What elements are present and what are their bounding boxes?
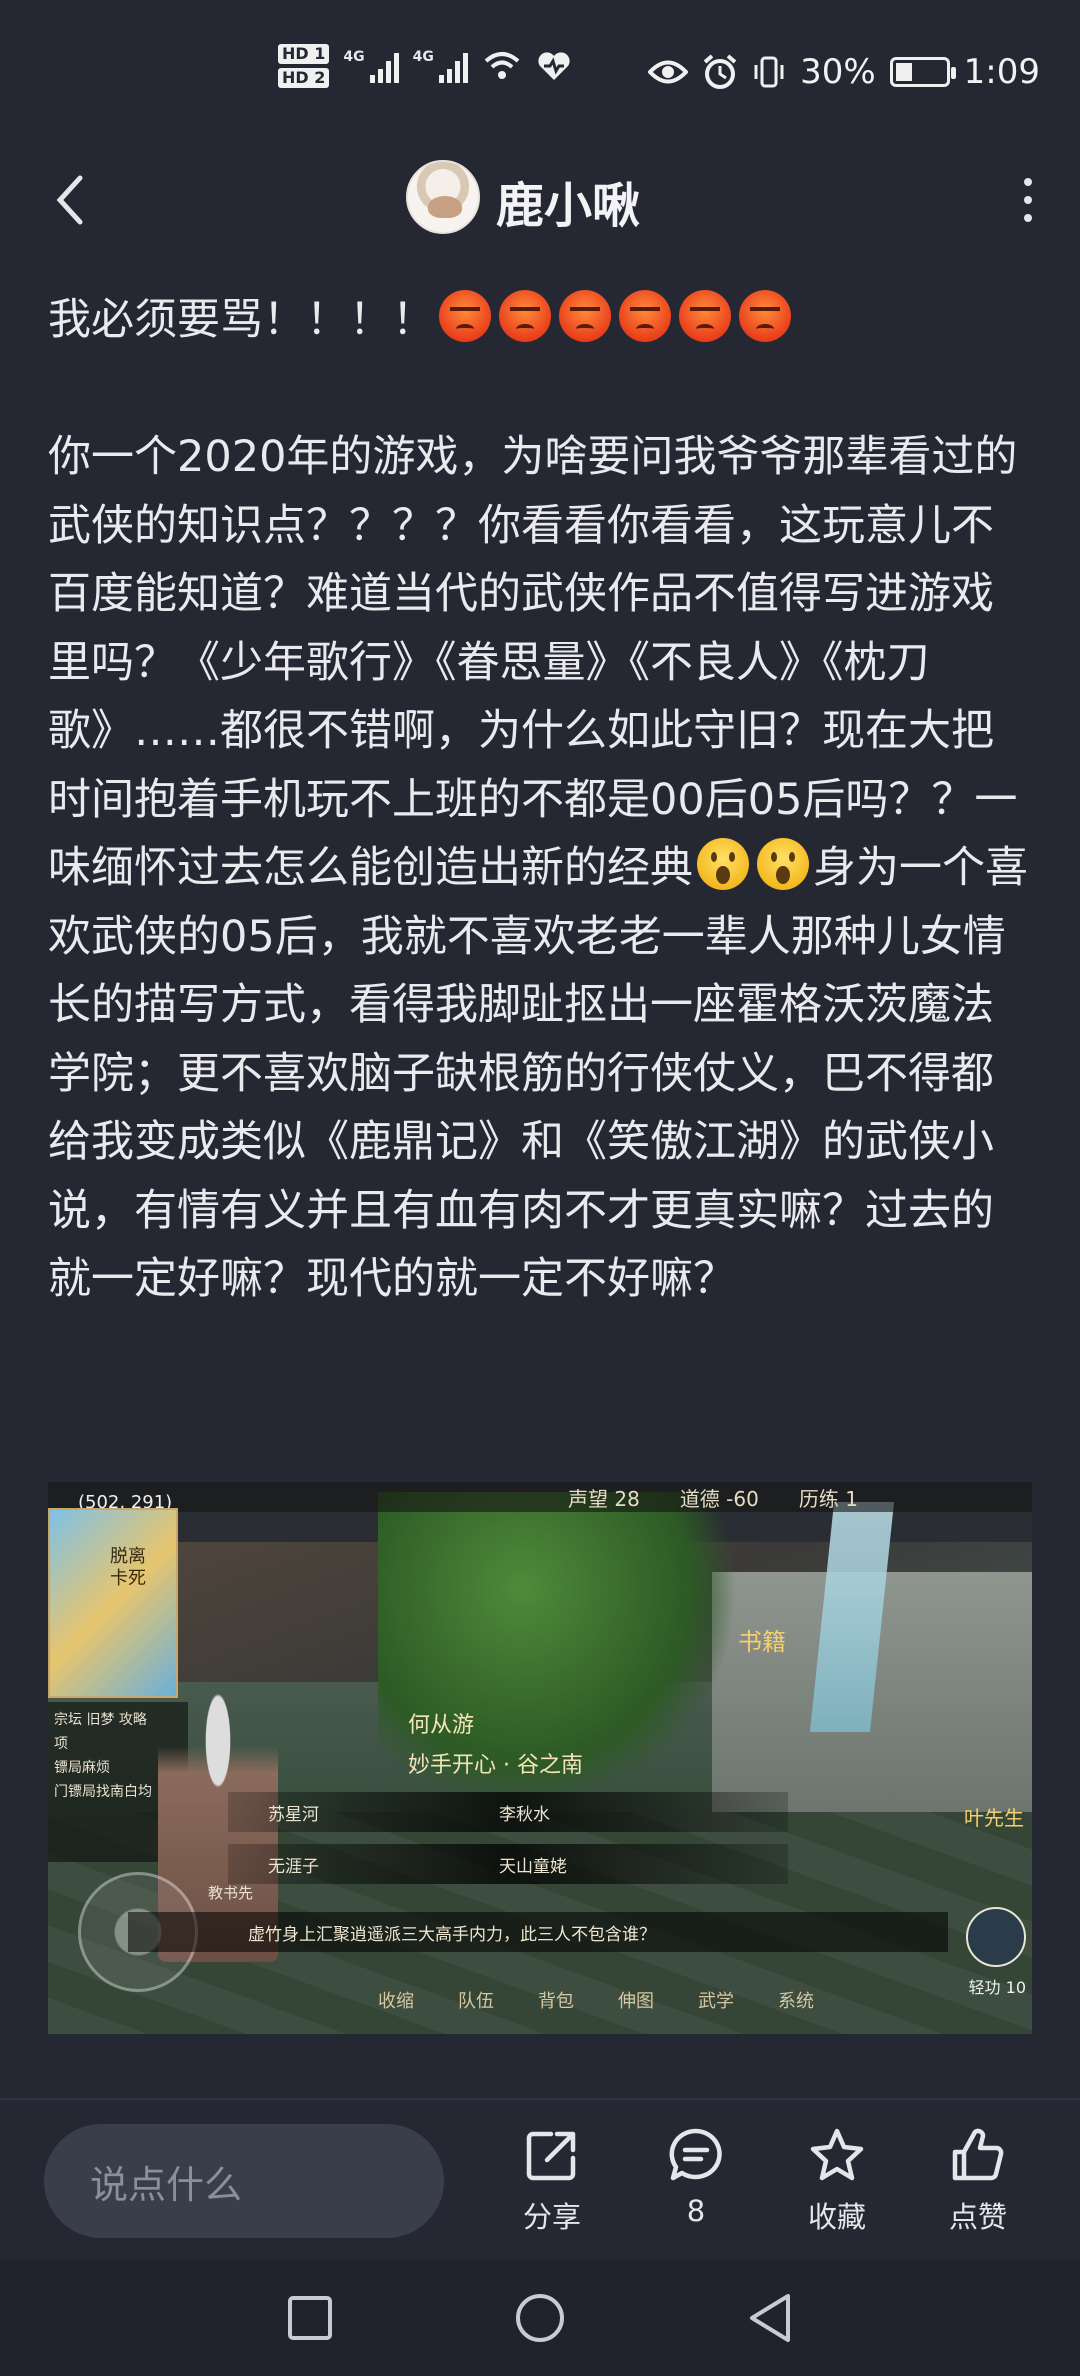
angry-face-icon (619, 290, 671, 342)
post-text-a: 你一个2020年的游戏，为啥要问我爷爷那辈看过的武侠的知识点？？？？你看看你看看… (48, 432, 1018, 893)
share-button[interactable]: 分享 (492, 2126, 612, 2236)
vibrate-icon (754, 56, 784, 88)
game-options: 苏星河 李秋水 无涯子 天山童姥 (228, 1792, 788, 1896)
network-type-label: 4G (343, 49, 365, 65)
signal-icon-2: 4G (413, 49, 468, 83)
heart-pulse-icon (538, 52, 570, 80)
angry-face-icon (679, 290, 731, 342)
map-label-stuck: 卡死 (110, 1568, 146, 1589)
bottom-action-bar: 说点什么 分享 8 收藏 点赞 (0, 2098, 1080, 2260)
nav-back-button[interactable] (742, 2290, 798, 2346)
alarm-icon (703, 54, 737, 89)
home-button[interactable] (512, 2290, 568, 2346)
post-text-b: 身为一个喜欢武侠的05后，我就不喜欢老老一辈人那种儿女情长的描写方式，看得我脚趾… (48, 843, 1028, 1304)
wifi-icon (484, 52, 520, 79)
game-option: 天山童姥 (499, 1856, 567, 1877)
post-header: 鹿小啾 (0, 150, 1080, 250)
star-icon (810, 2128, 864, 2181)
game-menu-item: 队伍 (458, 1991, 494, 2012)
map-label-escape: 脱离 (110, 1546, 146, 1567)
more-vertical-icon (1024, 178, 1032, 186)
comment-button[interactable]: 8 (636, 2126, 756, 2228)
hd2-label: HD 2 (278, 68, 330, 88)
angry-face-icon (559, 290, 611, 342)
game-right-npc: 叶先生 (964, 1806, 1024, 1830)
game-option: 无涯子 (268, 1856, 319, 1877)
favorite-label: 收藏 (807, 2200, 866, 2234)
network-type-label-2: 4G (412, 49, 434, 65)
hd1-label: HD 1 (278, 44, 330, 64)
post-line-1: 我必须要骂！！！！ (48, 286, 1032, 355)
status-bar: HD 1 HD 2 4G 4G 30% 1:09 (0, 0, 1080, 150)
back-icon (750, 2294, 790, 2342)
game-option-row: 苏星河 李秋水 (228, 1792, 788, 1832)
game-option-row: 无涯子 天山童姥 (228, 1844, 788, 1884)
game-skill-label: 轻功 10 (968, 1978, 1026, 1997)
game-menu-item: 系统 (778, 1991, 814, 2012)
eye-icon (648, 60, 689, 84)
favorite-button[interactable]: 收藏 (777, 2126, 897, 2236)
avatar[interactable] (406, 160, 480, 234)
share-icon (526, 2131, 576, 2181)
comment-input[interactable]: 说点什么 (44, 2124, 444, 2238)
signal-icon: 4G (343, 49, 399, 83)
game-menu-item: 收缩 (378, 1991, 414, 2012)
hud-morality: 道德 -60 (679, 1486, 759, 1511)
like-button[interactable]: 点赞 (918, 2126, 1038, 2236)
hud-reputation: 声望 28 (568, 1486, 640, 1511)
post-text-line1: 我必须要骂！！！！ (48, 295, 435, 345)
system-nav-bar (0, 2260, 1080, 2376)
game-minimap: 脱离 卡死 (48, 1508, 178, 1698)
battery-percent: 30% (800, 52, 876, 92)
comment-count: 8 (686, 2194, 706, 2228)
more-options-button[interactable] (1016, 178, 1040, 222)
game-menu-item: 背包 (538, 1991, 574, 2012)
author-name[interactable]: 鹿小啾 (496, 166, 640, 236)
thumbs-up-icon (952, 2128, 1004, 2181)
skill-icon (966, 1907, 1026, 1967)
back-arrow-icon (56, 175, 83, 225)
game-dialog-title: 妙手开心 · 谷之南 (408, 1753, 583, 1778)
post-body: 我必须要骂！！！！ 你一个2020年的游戏，为啥要问我爷爷那辈看过的武侠的知识点… (48, 286, 1032, 1314)
share-label: 分享 (522, 2200, 581, 2234)
clock-time: 1:09 (963, 52, 1040, 92)
comment-placeholder: 说点什么 (90, 2162, 243, 2207)
angry-face-icon (499, 290, 551, 342)
hud-experience: 历练 1 (798, 1486, 858, 1511)
game-npc-name: 何从游 (408, 1713, 475, 1738)
game-menu-item: 伸图 (618, 1991, 654, 2012)
game-menu: 收缩 队伍 背包 伸图 武学 系统 (378, 1987, 814, 2013)
game-npc-label: 教书先 (208, 1884, 254, 1902)
post-image[interactable]: 声望 28 道德 -60 历练 1 (502, 291) 脱离 卡死 宗坛 旧梦… (48, 1482, 1032, 2034)
like-label: 点赞 (948, 2200, 1007, 2234)
post-blank-line (48, 355, 1032, 424)
game-sign: 书籍 (738, 1628, 786, 1656)
recent-apps-icon (288, 2296, 332, 2340)
game-menu-item: 武学 (698, 1991, 734, 2012)
post-paragraph: 你一个2020年的游戏，为啥要问我爷爷那辈看过的武侠的知识点？？？？你看看你看看… (48, 423, 1032, 1314)
game-hud: 声望 28 道德 -60 历练 1 (48, 1482, 1032, 1512)
hd-indicator: HD 1 HD 2 (278, 42, 330, 90)
angry-face-icon (739, 290, 791, 342)
battery-icon (889, 57, 956, 87)
recent-apps-button[interactable] (282, 2290, 338, 2346)
game-question: 虚竹身上汇聚逍遥派三大高手内力，此三人不包含谁？ (128, 1912, 948, 1952)
astonished-face-icon (757, 838, 809, 890)
home-icon (516, 2294, 564, 2342)
comment-icon (669, 2128, 722, 2181)
back-button[interactable] (40, 168, 100, 232)
angry-face-icon (439, 290, 491, 342)
game-option: 李秋水 (499, 1804, 550, 1825)
game-option: 苏星河 (268, 1804, 319, 1825)
astonished-face-icon (697, 838, 749, 890)
